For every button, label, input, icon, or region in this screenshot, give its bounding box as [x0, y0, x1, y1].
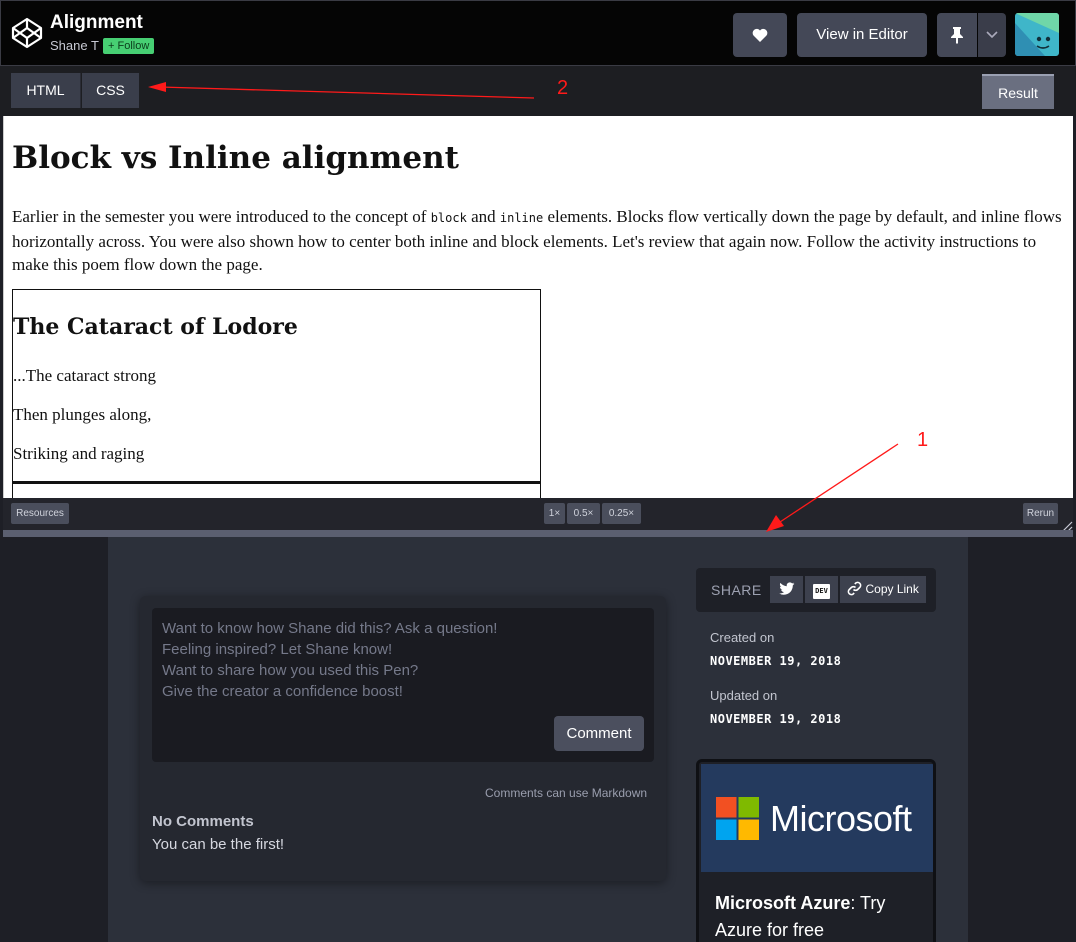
ad-banner: Microsoft — [701, 764, 933, 872]
annotation-label-1: 1 — [917, 429, 929, 451]
comment-placeholder-line: Want to share how you used this Pen? — [162, 662, 419, 679]
created-date: NOVEMBER 19, 2018 — [710, 654, 842, 668]
comment-placeholder-line: Want to know how Shane did this? Ask a q… — [162, 620, 498, 637]
comment-placeholder-line: Give the creator a confidence boost! — [162, 683, 403, 700]
microsoft-logo-icon — [716, 797, 759, 840]
copy-link-label: Copy Link — [865, 582, 919, 596]
share-label: SHARE — [711, 582, 762, 598]
no-comments-title: No Comments — [152, 813, 254, 830]
copy-link-button[interactable]: Copy Link — [840, 576, 926, 603]
share-dev-button[interactable]: DEV — [805, 576, 838, 603]
ad-headline-bold: Microsoft Azure — [715, 893, 851, 913]
dev-icon: DEV — [813, 584, 830, 599]
created-label: Created on — [710, 630, 775, 645]
updated-date: NOVEMBER 19, 2018 — [710, 712, 842, 726]
twitter-icon — [778, 582, 794, 595]
updated-label: Updated on — [710, 688, 778, 703]
comment-submit-button[interactable]: Comment — [554, 716, 644, 751]
no-comments-subtitle: You can be the first! — [152, 836, 285, 853]
sponsor-ad[interactable]: Microsoft Microsoft Azure: Try Azure for… — [696, 759, 936, 942]
link-icon — [847, 581, 862, 596]
annotation-label-2: 2 — [557, 77, 569, 99]
markdown-note: Comments can use Markdown — [485, 786, 648, 800]
ad-headline: Microsoft Azure: Try Azure for free — [715, 890, 925, 942]
microsoft-wordmark: Microsoft — [770, 798, 912, 839]
share-twitter-button[interactable] — [770, 576, 803, 603]
comment-placeholder-line: Feeling inspired? Let Shane know! — [162, 641, 393, 658]
